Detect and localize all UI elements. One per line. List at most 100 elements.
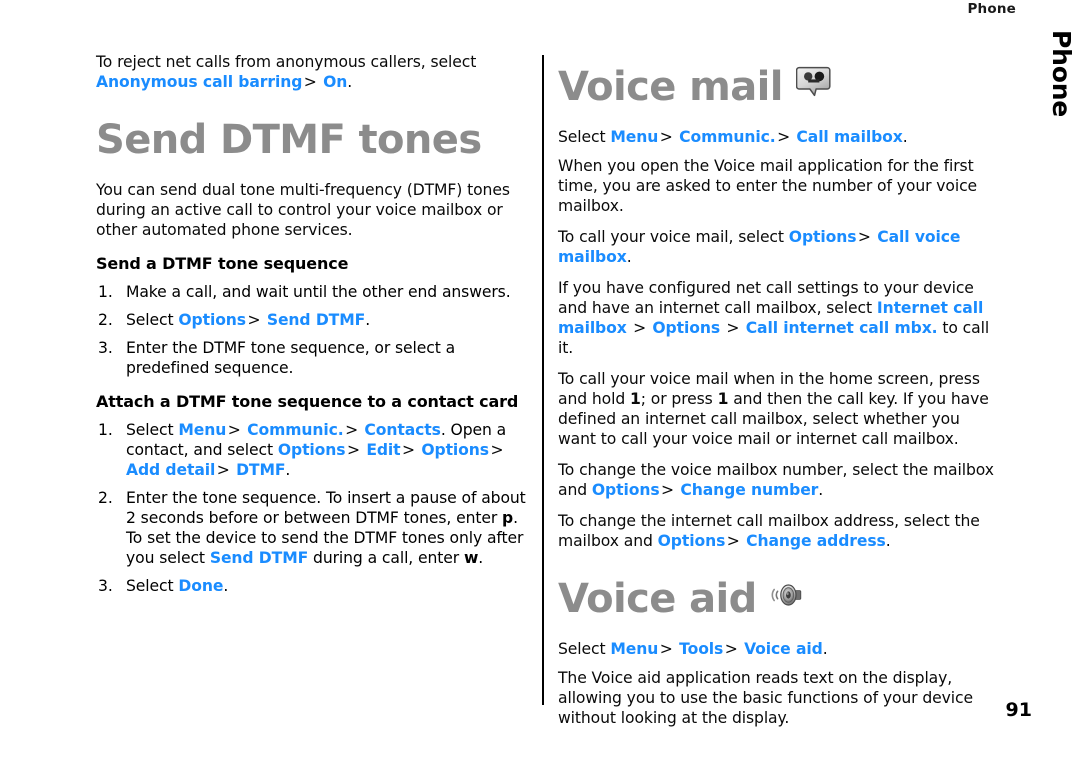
para-tail: . [818,481,824,499]
voice-mail-call-paragraph: To call your voice mail, select Options>… [558,227,1002,267]
para-tail: . [885,532,891,550]
path-separator: > [726,532,740,550]
para-lead: To call your voice mail, select [558,228,789,246]
link-options[interactable]: Options [592,481,660,499]
link-options[interactable]: Options [658,532,726,550]
path-separator: > [726,319,740,337]
link-on[interactable]: On [323,73,347,91]
steps-send-dtmf-sequence: Make a call, and wait until the other en… [96,282,534,378]
list-item: Select Menu> Communic.> Contacts. Open a… [96,420,534,480]
list-item: Select Options> Send DTMF. [96,310,534,330]
voice-mail-internet-paragraph: If you have configured net call settings… [558,278,1002,358]
link-options[interactable]: Options [178,311,246,329]
page-number: 91 [1005,699,1032,721]
path-lead: Select [558,128,611,146]
path-tail: . [902,128,908,146]
link-call-mailbox[interactable]: Call mailbox [796,128,902,146]
path-separator: > [402,441,415,459]
link-change-address[interactable]: Change address [746,532,886,550]
link-dtmf[interactable]: DTMF [236,461,285,479]
path-separator: > [247,311,261,329]
step-text: Make a call, and wait until the other en… [126,283,511,301]
path-separator: > [346,441,360,459]
link-menu[interactable]: Menu [610,640,658,658]
loudspeaker-icon [770,577,804,621]
right-column: Voice mail Select Menu> Communic.> Call … [558,52,1002,739]
page-title-send-dtmf-tones: Send DTMF tones [96,118,534,162]
path-separator: > [227,421,241,439]
link-contacts[interactable]: Contacts [364,421,441,439]
key-p: p [502,509,514,527]
key-w: w [463,549,479,567]
voice-mail-change-number-paragraph: To change the voice mailbox number, sele… [558,460,1002,500]
list-item: Select Done. [96,576,534,596]
voice-mail-first-use-paragraph: When you open the Voice mail application… [558,157,978,215]
dtmf-description-paragraph: You can send dual tone multi-frequency (… [96,181,510,239]
page-title-text: Voice aid [558,576,757,622]
voice-mail-change-address-paragraph: To change the internet call mailbox addr… [558,511,1002,551]
path-tail: . [822,640,828,658]
link-menu[interactable]: Menu [178,421,226,439]
step-lead: Select [126,421,179,439]
step-tail: . [223,577,229,595]
page-title-voice-aid: Voice aid [558,577,1002,621]
voice-mail-bubble-icon [795,64,832,109]
link-send-dtmf[interactable]: Send DTMF [210,549,308,567]
path-separator: > [659,640,673,658]
step-mid-2: during a call, enter [308,549,464,567]
left-column: To reject net calls from anonymous calle… [96,52,534,606]
path-separator: > [490,441,504,459]
path-separator: > [724,640,738,658]
link-voice-aid[interactable]: Voice aid [744,640,823,658]
list-item: Enter the tone sequence. To insert a pau… [96,488,534,568]
link-done[interactable]: Done [178,577,223,595]
link-anonymous-call-barring[interactable]: Anonymous call barring [96,73,302,91]
list-item: Enter the DTMF tone sequence, or select … [96,338,534,378]
step-lead: Select [126,577,179,595]
path-separator: > [216,461,230,479]
link-options[interactable]: Options [652,319,720,337]
chapter-side-tab-label: Phone [1047,30,1076,118]
column-divider [542,55,544,705]
step-tail: . [285,461,291,479]
link-change-number[interactable]: Change number [680,481,818,499]
page-title-text: Send DTMF tones [96,117,482,163]
link-options[interactable]: Options [789,228,857,246]
path-separator: > [857,228,871,246]
running-head: Phone [967,1,1016,17]
list-item: Make a call, and wait until the other en… [96,282,534,302]
subheading-attach-dtmf-to-contact: Attach a DTMF tone sequence to a contact… [96,392,519,411]
page-title-text: Voice mail [558,63,783,110]
voice-aid-description-paragraph: The Voice aid application reads text on … [558,669,973,727]
path-separator: > [659,128,673,146]
key-1: 1 [630,390,641,408]
step-text: Enter the DTMF tone sequence, or select … [126,339,456,377]
link-call-internet-call-mbx[interactable]: Call internet call mbx. [746,319,938,337]
voice-aid-menu-path: Select Menu> Tools> Voice aid. [558,639,1002,659]
para-mid: ; or press [640,390,718,408]
subheading-send-dtmf-sequence: Send a DTMF tone sequence [96,254,349,273]
voice-mail-menu-path: Select Menu> Communic.> Call mailbox. [558,127,1002,147]
path-separator: > [345,421,359,439]
key-1-second: 1 [717,390,729,408]
link-add-detail[interactable]: Add detail [126,461,215,479]
chapter-side-tab: Phone [1016,30,1076,150]
link-options[interactable]: Options [278,441,346,459]
step-tail: . [478,549,484,567]
link-send-dtmf[interactable]: Send DTMF [267,311,365,329]
path-separator: > [661,481,674,499]
link-communic[interactable]: Communic. [679,128,776,146]
page-title-voice-mail: Voice mail [558,64,1002,109]
link-menu[interactable]: Menu [610,128,658,146]
link-edit[interactable]: Edit [366,441,400,459]
intro-lead: To reject net calls from anonymous calle… [96,53,477,71]
link-options-2[interactable]: Options [421,441,489,459]
para-tail: . [626,248,632,266]
path-separator: > [303,73,317,91]
link-communic[interactable]: Communic. [247,421,344,439]
voice-mail-home-screen-paragraph: To call your voice mail when in the home… [558,369,1002,449]
step-lead: Enter the tone sequence. To insert a pau… [126,489,526,527]
link-tools[interactable]: Tools [679,640,723,658]
path-separator: > [633,319,647,337]
path-separator: > [777,128,791,146]
